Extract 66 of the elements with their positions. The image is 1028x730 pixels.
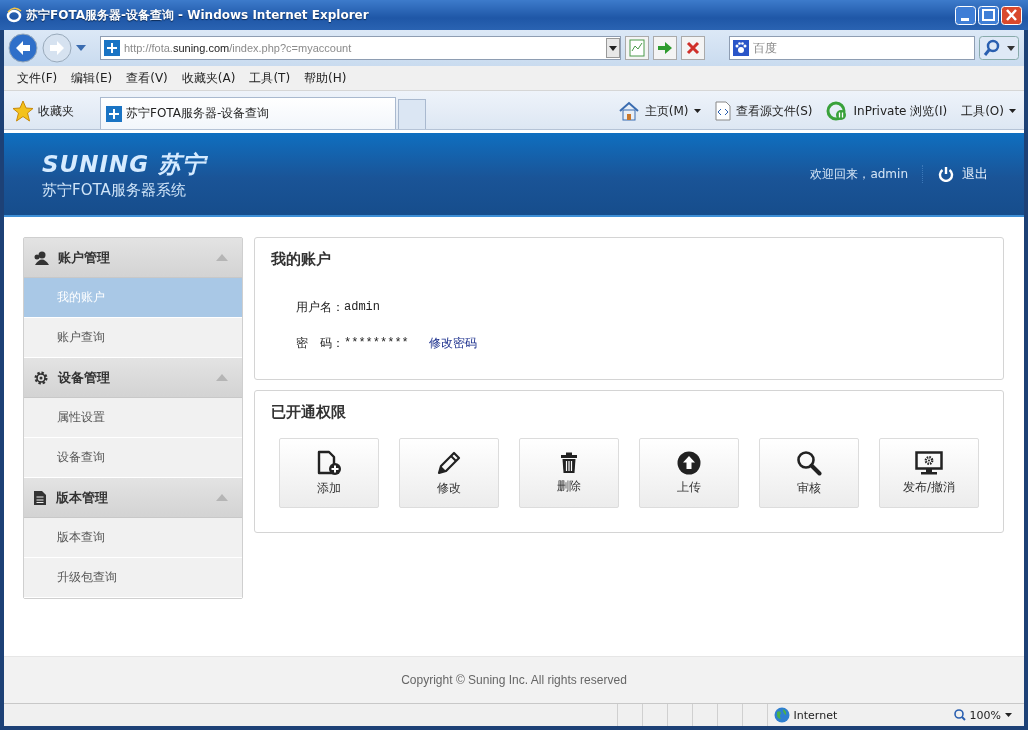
trash-icon [559,451,579,474]
upload-icon [677,450,701,475]
document-icon [33,489,47,506]
file-plus-icon [316,449,342,476]
permission-button[interactable]: 上传 [639,438,739,508]
monitor-gear-icon [915,450,943,475]
field-value: admin [344,300,380,314]
globe-icon [773,707,790,723]
zoom-button[interactable]: 100% [903,704,1024,726]
search-field[interactable]: 百度 [729,36,975,60]
command-button[interactable]: 主页(M) [617,101,701,121]
sidebar-group-header[interactable]: 设备管理 [24,358,242,398]
command-button[interactable]: 查看源文件(S) [714,101,813,121]
site-favicon-icon [104,40,120,56]
inprivate-icon [826,101,849,121]
stop-icon[interactable] [681,36,705,60]
logout-link[interactable]: 退出 [938,165,988,183]
menu-item[interactable]: 查看(V) [119,69,175,87]
command-button[interactable]: InPrivate 浏览(I) [826,101,948,121]
permission-button[interactable]: 发布/撤消 [879,438,979,508]
change-password-link[interactable]: 修改密码 [428,334,477,352]
minimize-button[interactable] [955,5,976,25]
field-label: 用户名： [296,298,344,316]
logo: SUNING 苏宁 [42,149,207,179]
system-title: 苏宁FOTA服务器系统 [42,180,187,200]
caret-icon [693,109,701,113]
security-zone-text: Internet [793,708,838,722]
address-field[interactable]: http://fota.suning.com/index.php?c=myaccount [100,36,621,60]
close-button[interactable] [1001,5,1022,25]
pencil-icon [436,449,462,476]
star-icon [12,100,34,122]
menu-item[interactable]: 帮助(H) [297,69,354,87]
panel-title: 我的账户 [271,250,332,269]
command-button[interactable]: 工具(O) [961,102,1016,120]
permission-button[interactable]: 修改 [399,438,499,508]
house-icon [617,101,640,121]
permission-button[interactable]: 删除 [519,438,619,508]
window-title: 苏宁FOTA服务器-设备查询 - Windows Internet Explorer [26,6,370,24]
field-value: ********* [344,336,409,350]
copyright-text: Copyright © Suning Inc. All rights reserved [4,656,1024,703]
field-label: 密 码： [296,334,344,352]
search-button[interactable] [979,36,1019,60]
sidebar-group-header[interactable]: 版本管理 [24,478,242,518]
permission-button[interactable]: 添加 [279,438,379,508]
zoom-icon [953,709,966,721]
page-code-icon [714,101,731,121]
menu-item[interactable]: 收藏夹(A) [174,69,243,87]
sidebar-group-header[interactable]: 账户管理 [24,238,242,278]
favorites-button[interactable]: 收藏夹 [4,95,82,127]
maximize-button[interactable] [978,5,999,25]
menu-item[interactable]: 工具(T) [242,69,298,87]
paw-icon [733,40,749,56]
menu-item[interactable]: 编辑(E) [64,69,120,87]
menu-item[interactable]: 文件(F) [10,69,65,87]
welcome-text: 欢迎回来，admin [810,165,908,183]
browser-tab[interactable]: 苏宁FOTA服务器-设备查询 [100,97,396,129]
caret-icon [1005,713,1012,717]
panel-title: 已开通权限 [271,403,347,422]
gear-icon [33,369,49,386]
caret-icon [1009,109,1016,113]
site-favicon-icon [106,105,122,122]
users-icon [33,249,49,266]
power-icon [938,166,954,182]
permission-button[interactable]: 审核 [759,438,859,508]
search-icon [796,449,822,476]
back-button[interactable] [8,33,38,63]
